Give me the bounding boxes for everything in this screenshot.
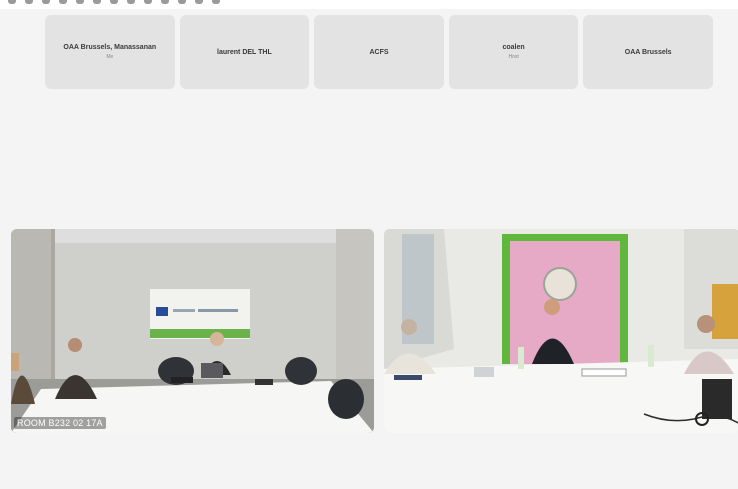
participant-tile[interactable]: OAA Brussels <box>583 15 713 89</box>
top-toolbar-strip <box>0 0 738 9</box>
room-name-label: ROOM B232 02 17A <box>14 417 106 429</box>
participant-name: coalen <box>502 44 525 51</box>
toolbar-icon[interactable] <box>42 0 50 4</box>
toolbar-icon[interactable] <box>25 0 33 4</box>
video-frame <box>384 229 738 433</box>
toolbar-icon[interactable] <box>93 0 101 4</box>
video-feed-room[interactable]: ROOM B232 02 17A <box>11 229 374 433</box>
toolbar-icon[interactable] <box>161 0 169 4</box>
participant-name: OAA Brussels <box>624 48 672 56</box>
toolbar-partial-icons <box>8 0 220 9</box>
participant-tile[interactable]: ACFS <box>314 15 444 89</box>
participant-name: ACFS <box>369 48 389 56</box>
toolbar-icon[interactable] <box>212 0 220 4</box>
toolbar-icon[interactable] <box>8 0 16 4</box>
participant-tile[interactable]: coalen Host <box>448 15 579 89</box>
toolbar-icon[interactable] <box>195 0 203 4</box>
toolbar-icon[interactable] <box>59 0 67 4</box>
participant-tile[interactable]: laurent DEL THL <box>179 15 310 89</box>
toolbar-icon[interactable] <box>127 0 135 4</box>
participant-subtitle: Me <box>106 54 114 60</box>
participant-strip: OAA Brussels, Manassanan Me laurent DEL … <box>45 15 713 89</box>
participant-tile[interactable]: OAA Brussels, Manassanan Me <box>45 15 175 89</box>
participant-name: OAA Brussels, Manassanan <box>63 44 157 51</box>
toolbar-icon[interactable] <box>110 0 118 4</box>
toolbar-icon[interactable] <box>178 0 186 4</box>
participant-name: laurent DEL THL <box>217 48 272 56</box>
participant-subtitle: Host <box>508 54 519 60</box>
video-feed-meeting[interactable] <box>384 229 738 433</box>
toolbar-icon[interactable] <box>144 0 152 4</box>
toolbar-icon[interactable] <box>76 0 84 4</box>
video-frame <box>11 229 374 433</box>
